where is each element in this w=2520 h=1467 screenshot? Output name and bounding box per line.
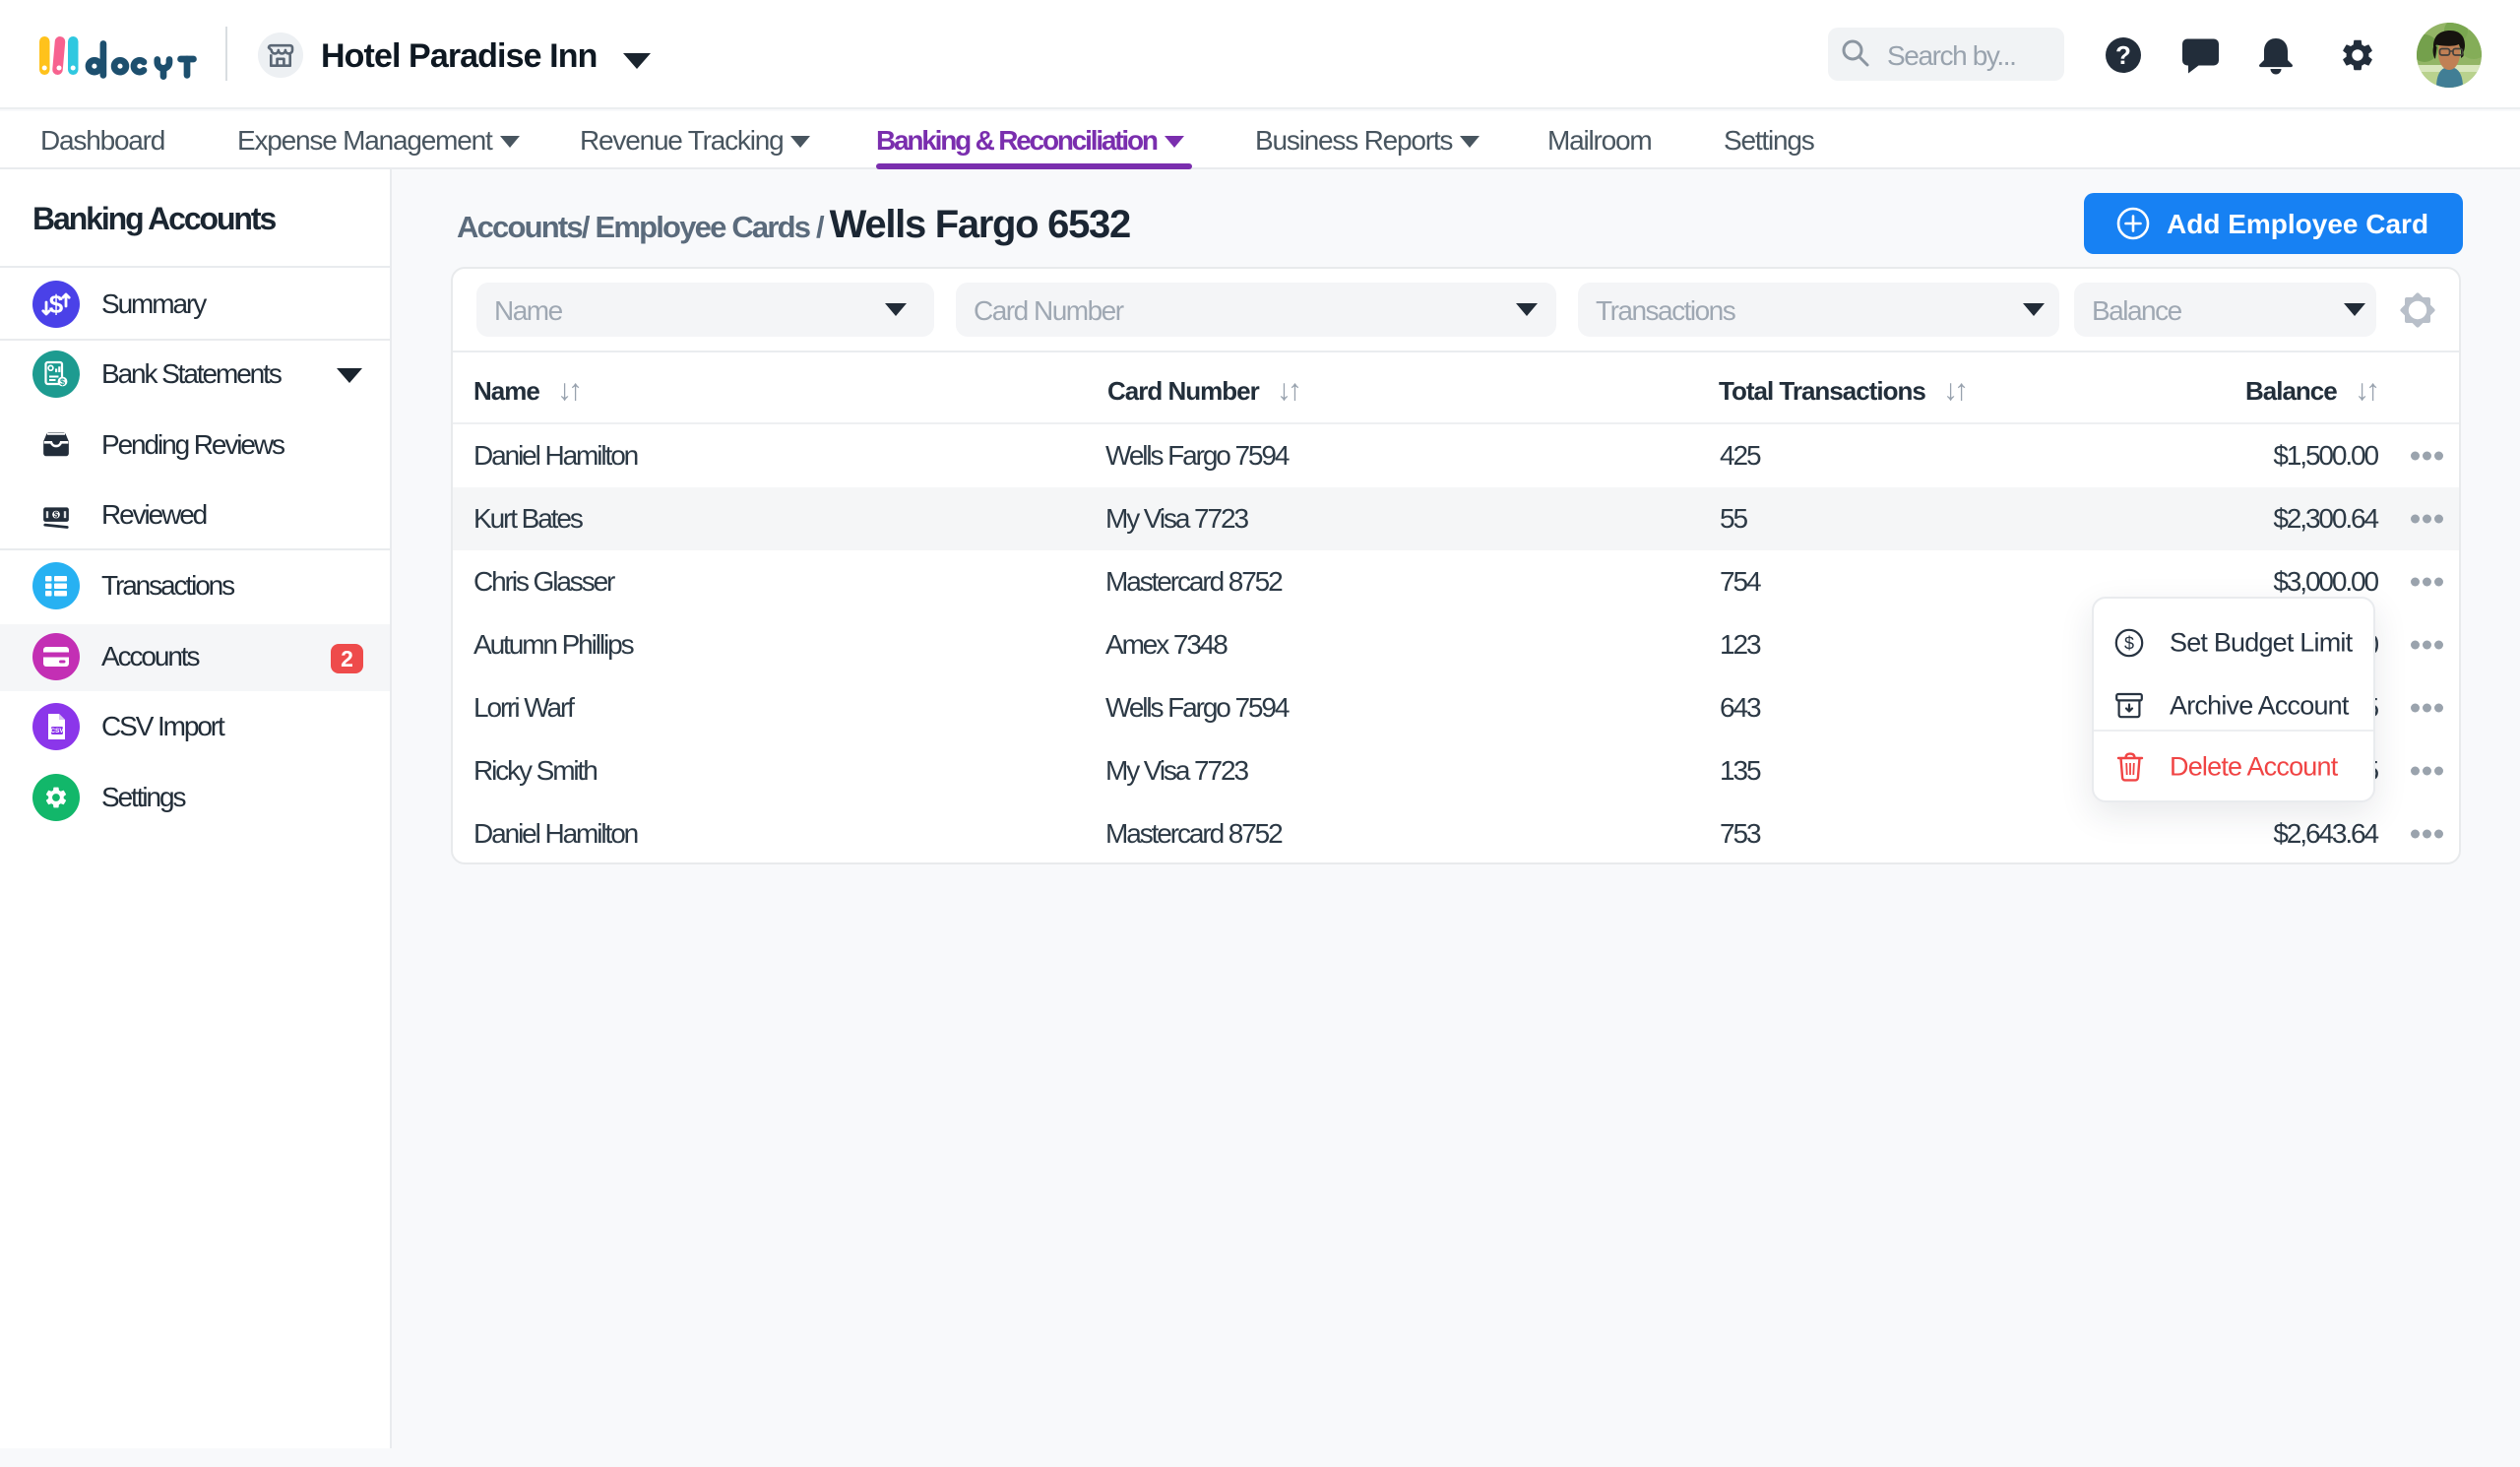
svg-text:CSV: CSV — [50, 728, 64, 734]
svg-text:$: $ — [49, 289, 64, 319]
svg-text:$: $ — [54, 511, 59, 520]
svg-text:$: $ — [60, 377, 65, 387]
svg-text:$: $ — [2124, 634, 2134, 654]
